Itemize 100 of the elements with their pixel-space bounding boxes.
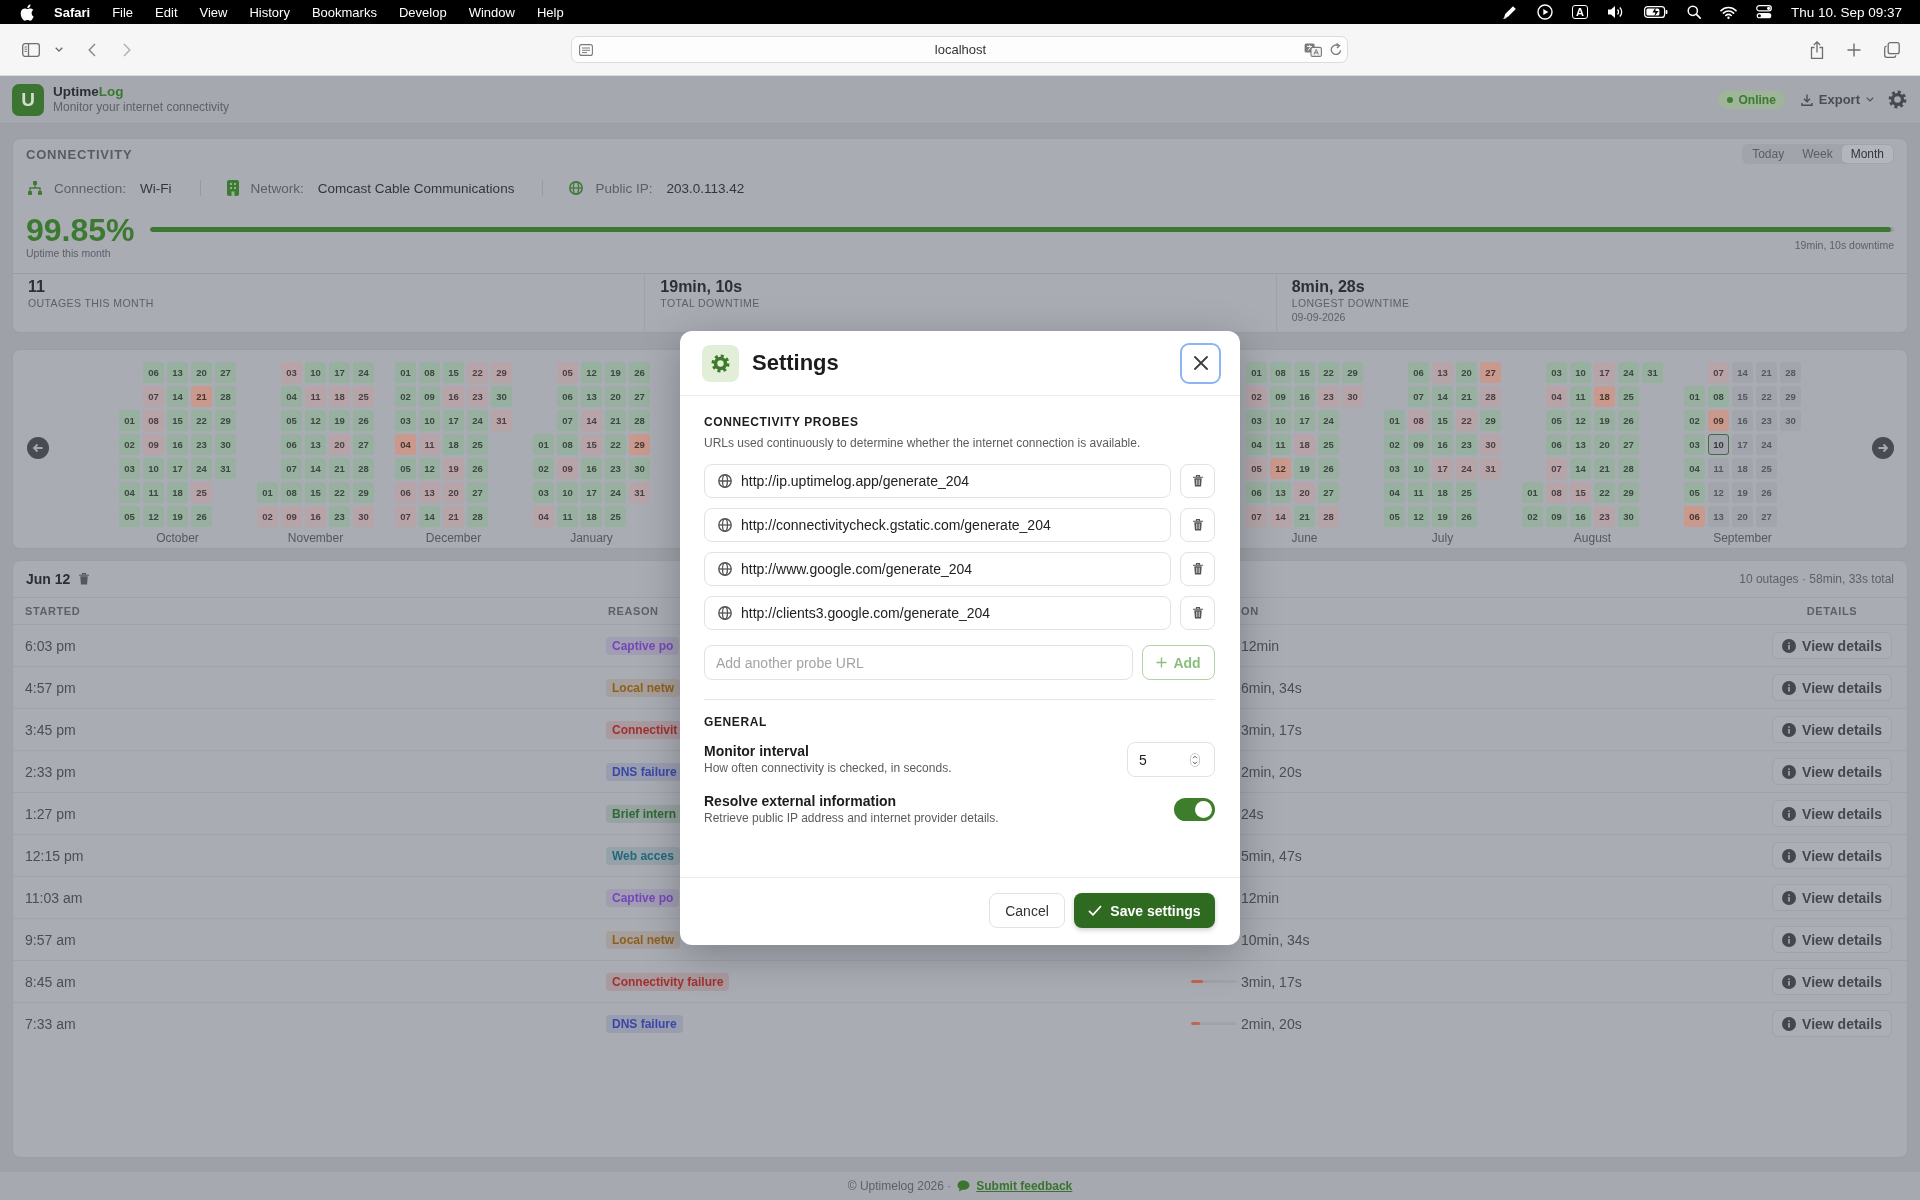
- calendar-day[interactable]: 02: [533, 457, 554, 479]
- tabs-overview-icon[interactable]: [1884, 41, 1900, 58]
- calendar-day[interactable]: 30: [629, 457, 650, 479]
- calendar-day[interactable]: 27: [467, 481, 488, 503]
- calendar-day[interactable]: 17: [581, 481, 602, 503]
- calendar-day[interactable]: 25: [467, 433, 488, 455]
- calendar-day[interactable]: 18: [1594, 385, 1615, 407]
- calendar-day[interactable]: 13: [419, 481, 440, 503]
- close-button[interactable]: [1180, 342, 1221, 384]
- calendar-day[interactable]: 04: [119, 481, 140, 503]
- calendar-day[interactable]: 30: [491, 385, 512, 407]
- calendar-day[interactable]: 08: [281, 481, 302, 503]
- calendar-day[interactable]: 18: [1732, 457, 1753, 479]
- calendar-day[interactable]: 03: [119, 457, 140, 479]
- stepper-icon[interactable]: [1190, 752, 1200, 767]
- calendar-day[interactable]: 19: [605, 361, 626, 383]
- calendar-day[interactable]: 31: [629, 481, 650, 503]
- calendar-day[interactable]: 21: [191, 385, 212, 407]
- calendar-day[interactable]: 04: [1384, 481, 1405, 503]
- calendar-day[interactable]: 30: [1342, 385, 1363, 407]
- calendar-day[interactable]: 29: [1618, 481, 1639, 503]
- calendar-day[interactable]: 27: [215, 361, 236, 383]
- calendar-day[interactable]: 06: [1546, 433, 1567, 455]
- view-details-button[interactable]: View details: [1772, 842, 1892, 869]
- calendar-day[interactable]: 25: [1618, 385, 1639, 407]
- calendar-day[interactable]: 16: [1294, 385, 1315, 407]
- probe-url-field[interactable]: http://clients3.google.com/generate_204: [704, 596, 1171, 630]
- volume-icon[interactable]: [1606, 5, 1625, 19]
- calendar-day[interactable]: 28: [353, 457, 374, 479]
- delete-button[interactable]: [1180, 596, 1215, 630]
- calendar-day[interactable]: 19: [1732, 481, 1753, 503]
- calendar-day[interactable]: 18: [329, 385, 350, 407]
- calendar-day[interactable]: 20: [605, 385, 626, 407]
- calendar-day[interactable]: 31: [491, 409, 512, 431]
- calendar-day[interactable]: 19: [1294, 457, 1315, 479]
- calendar-day[interactable]: 07: [143, 385, 164, 407]
- clock[interactable]: Thu 10. Sep 09:37: [1790, 4, 1902, 20]
- calendar-day[interactable]: 07: [395, 505, 416, 527]
- calendar-day[interactable]: 19: [329, 409, 350, 431]
- calendar-day[interactable]: 09: [1270, 385, 1291, 407]
- calendar-day[interactable]: 09: [143, 433, 164, 455]
- calendar-day[interactable]: 26: [467, 457, 488, 479]
- calendar-day[interactable]: 17: [1294, 409, 1315, 431]
- calendar-day[interactable]: 26: [1618, 409, 1639, 431]
- calendar-day[interactable]: 06: [1684, 505, 1705, 527]
- calendar-day[interactable]: 22: [605, 433, 626, 455]
- view-details-button[interactable]: View details: [1772, 632, 1892, 659]
- calendar-day[interactable]: 28: [467, 505, 488, 527]
- calendar-day[interactable]: 02: [257, 505, 278, 527]
- calendar-day[interactable]: 05: [1546, 409, 1567, 431]
- calendar-day[interactable]: 23: [467, 385, 488, 407]
- arrow-right-icon[interactable]: [1872, 437, 1894, 459]
- calendar-day[interactable]: 26: [1456, 505, 1477, 527]
- calendar-day[interactable]: 16: [1432, 433, 1453, 455]
- calendar-day[interactable]: 08: [1270, 361, 1291, 383]
- calendar-day[interactable]: 12: [1570, 409, 1591, 431]
- calendar-day[interactable]: 18: [1432, 481, 1453, 503]
- calendar-day[interactable]: 30: [353, 505, 374, 527]
- calendar-day[interactable]: 16: [1570, 505, 1591, 527]
- calendar-day[interactable]: 01: [1246, 361, 1267, 383]
- input-source-indicator[interactable]: A: [1571, 5, 1588, 19]
- calendar-day[interactable]: 13: [305, 433, 326, 455]
- calendar-day[interactable]: 22: [1594, 481, 1615, 503]
- calendar-day[interactable]: 25: [1456, 481, 1477, 503]
- calendar-day[interactable]: 18: [167, 481, 188, 503]
- view-details-button[interactable]: View details: [1772, 800, 1892, 827]
- calendar-day[interactable]: 19: [167, 505, 188, 527]
- calendar-day[interactable]: 22: [1456, 409, 1477, 431]
- calendar-day[interactable]: 08: [419, 361, 440, 383]
- calendar-day[interactable]: 15: [1432, 409, 1453, 431]
- translate-icon[interactable]: [1304, 42, 1322, 57]
- calendar-day[interactable]: 03: [1246, 409, 1267, 431]
- calendar-day[interactable]: 24: [1456, 457, 1477, 479]
- probe-url-field[interactable]: http://connectivitycheck.gstatic.com/generate_204: [704, 508, 1171, 542]
- calendar-day[interactable]: 29: [1342, 361, 1363, 383]
- export-button[interactable]: Export: [1800, 92, 1874, 107]
- calendar-day[interactable]: 24: [1618, 361, 1639, 383]
- calendar-day[interactable]: 23: [329, 505, 350, 527]
- calendar-day[interactable]: 03: [1546, 361, 1567, 383]
- calendar-day[interactable]: 05: [557, 361, 578, 383]
- calendar-day[interactable]: 12: [143, 505, 164, 527]
- calendar-day[interactable]: 27: [353, 433, 374, 455]
- calendar-day[interactable]: 08: [557, 433, 578, 455]
- pen-icon[interactable]: [1501, 4, 1518, 20]
- calendar-day[interactable]: 11: [1708, 457, 1729, 479]
- calendar-day[interactable]: 19: [1432, 505, 1453, 527]
- battery-icon[interactable]: [1643, 6, 1668, 18]
- calendar-day[interactable]: 20: [191, 361, 212, 383]
- menu-item[interactable]: Bookmarks: [311, 4, 377, 20]
- calendar-day[interactable]: 16: [1732, 409, 1753, 431]
- calendar-day[interactable]: 13: [1708, 505, 1729, 527]
- calendar-day[interactable]: 15: [443, 361, 464, 383]
- calendar-day[interactable]: 03: [1384, 457, 1405, 479]
- calendar-day[interactable]: 18: [1294, 433, 1315, 455]
- calendar-day[interactable]: 24: [1756, 433, 1777, 455]
- calendar-day[interactable]: 07: [1408, 385, 1429, 407]
- delete-button[interactable]: [1180, 508, 1215, 542]
- calendar-day[interactable]: 12: [419, 457, 440, 479]
- calendar-day[interactable]: 15: [581, 433, 602, 455]
- calendar-day[interactable]: 22: [467, 361, 488, 383]
